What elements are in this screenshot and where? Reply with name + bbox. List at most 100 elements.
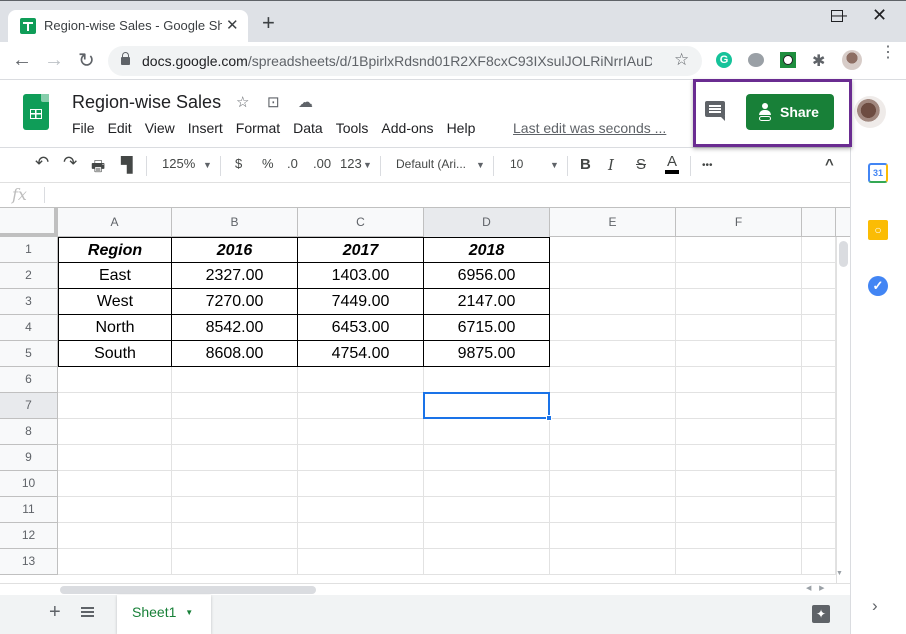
active-cell-selection[interactable] (423, 392, 550, 419)
row-header-5[interactable]: 5 (0, 341, 58, 367)
cell-g3[interactable] (802, 289, 836, 315)
horizontal-scrollbar[interactable]: ◀ ▶ (0, 583, 850, 595)
cell-d10[interactable] (424, 471, 550, 497)
cell-c5[interactable]: 4754.00 (298, 341, 424, 367)
column-header-g[interactable] (802, 208, 836, 237)
cell-f4[interactable] (676, 315, 802, 341)
cell-b6[interactable] (172, 367, 298, 393)
cell-e10[interactable] (550, 471, 676, 497)
browser-tab[interactable]: Region-wise Sales - Google Sheets ✕ (8, 10, 248, 43)
cell-f3[interactable] (676, 289, 802, 315)
cell-d3[interactable]: 2147.00 (424, 289, 550, 315)
column-header-f[interactable]: F (676, 208, 802, 237)
cell-a11[interactable] (58, 497, 172, 523)
cell-b4[interactable]: 8542.00 (172, 315, 298, 341)
cell-a4[interactable]: North (58, 315, 172, 341)
cell-e12[interactable] (550, 523, 676, 549)
currency-format-button[interactable]: $ (235, 156, 242, 171)
menu-edit[interactable]: Edit (108, 120, 132, 138)
cell-e6[interactable] (550, 367, 676, 393)
horizontal-scroll-thumb[interactable] (60, 586, 316, 594)
column-header-e[interactable]: E (550, 208, 676, 237)
cell-c8[interactable] (298, 419, 424, 445)
cell-b11[interactable] (172, 497, 298, 523)
cell-c6[interactable] (298, 367, 424, 393)
cell-c1[interactable]: 2017 (298, 237, 424, 263)
percent-format-button[interactable]: % (262, 156, 274, 171)
font-caret-icon[interactable]: ▼ (476, 160, 485, 170)
keep-icon[interactable]: ○ (868, 220, 888, 240)
cell-g12[interactable] (802, 523, 836, 549)
horizontal-scroll-arrows[interactable]: ◀ ▶ (806, 584, 825, 592)
bold-button[interactable]: B (580, 156, 591, 173)
star-icon[interactable]: ☆ (236, 93, 249, 111)
cell-e11[interactable] (550, 497, 676, 523)
cell-a2[interactable]: East (58, 263, 172, 289)
share-button[interactable]: Share (746, 94, 834, 130)
cell-b3[interactable]: 7270.00 (172, 289, 298, 315)
omnibox[interactable]: docs.google.com/spreadsheets/d/1BpirlxRd… (108, 46, 702, 76)
zoom-select[interactable]: 125% (162, 156, 195, 171)
cell-a13[interactable] (58, 549, 172, 575)
cell-g4[interactable] (802, 315, 836, 341)
cell-a3[interactable]: West (58, 289, 172, 315)
row-header-1[interactable]: 1 (0, 237, 58, 263)
cell-a9[interactable] (58, 445, 172, 471)
print-icon[interactable]: 🖶 (91, 156, 105, 181)
vertical-scrollbar[interactable] (836, 237, 850, 583)
redo-icon[interactable]: ↷ (63, 153, 77, 173)
row-header-10[interactable]: 10 (0, 471, 58, 497)
cell-f6[interactable] (676, 367, 802, 393)
user-avatar[interactable] (854, 96, 886, 128)
font-size-caret-icon[interactable]: ▼ (550, 160, 559, 170)
cell-b8[interactable] (172, 419, 298, 445)
cell-f13[interactable] (676, 549, 802, 575)
cell-d11[interactable] (424, 497, 550, 523)
cell-d2[interactable]: 6956.00 (424, 263, 550, 289)
cell-e5[interactable] (550, 341, 676, 367)
cell-b2[interactable]: 2327.00 (172, 263, 298, 289)
cell-d9[interactable] (424, 445, 550, 471)
url-text[interactable]: docs.google.com/spreadsheets/d/1BpirlxRd… (142, 53, 652, 69)
reload-button[interactable]: ↻ (78, 48, 95, 73)
cell-g13[interactable] (802, 549, 836, 575)
formula-input[interactable] (52, 187, 832, 203)
cell-g8[interactable] (802, 419, 836, 445)
row-header-7[interactable]: 7 (0, 393, 58, 419)
paint-format-icon[interactable]: ▜ (121, 156, 133, 174)
cell-f2[interactable] (676, 263, 802, 289)
tab-close-icon[interactable]: ✕ (226, 16, 239, 34)
cell-g9[interactable] (802, 445, 836, 471)
sheets-logo-icon[interactable] (23, 94, 49, 130)
font-size-select[interactable]: 10 (510, 157, 523, 171)
cell-b9[interactable] (172, 445, 298, 471)
maximize-button[interactable] (831, 10, 843, 22)
cell-f5[interactable] (676, 341, 802, 367)
cell-c10[interactable] (298, 471, 424, 497)
zoom-caret-icon[interactable]: ▼ (203, 160, 212, 170)
cell-d5[interactable]: 9875.00 (424, 341, 550, 367)
puzzle-extensions-icon[interactable]: ✱ (812, 51, 825, 71)
row-header-8[interactable]: 8 (0, 419, 58, 445)
column-header-c[interactable]: C (298, 208, 424, 237)
menu-view[interactable]: View (145, 120, 175, 138)
cell-b12[interactable] (172, 523, 298, 549)
menu-addons[interactable]: Add-ons (381, 120, 433, 138)
cell-b1[interactable]: 2016 (172, 237, 298, 263)
cell-a5[interactable]: South (58, 341, 172, 367)
select-all-corner[interactable] (0, 208, 58, 237)
cell-d1[interactable]: 2018 (424, 237, 550, 263)
cell-f11[interactable] (676, 497, 802, 523)
italic-button[interactable]: I (608, 156, 614, 174)
menu-tools[interactable]: Tools (336, 120, 369, 138)
column-header-b[interactable]: B (172, 208, 298, 237)
last-edit-link[interactable]: Last edit was seconds ... (513, 120, 666, 136)
cell-e13[interactable] (550, 549, 676, 575)
cell-e1[interactable] (550, 237, 676, 263)
cell-g1[interactable] (802, 237, 836, 263)
cell-f1[interactable] (676, 237, 802, 263)
tomato-timer-icon[interactable] (748, 53, 764, 67)
comment-history-icon[interactable] (705, 101, 725, 121)
chrome-profile-avatar[interactable] (842, 50, 862, 70)
increase-decimal-button[interactable]: .00 (313, 156, 331, 171)
